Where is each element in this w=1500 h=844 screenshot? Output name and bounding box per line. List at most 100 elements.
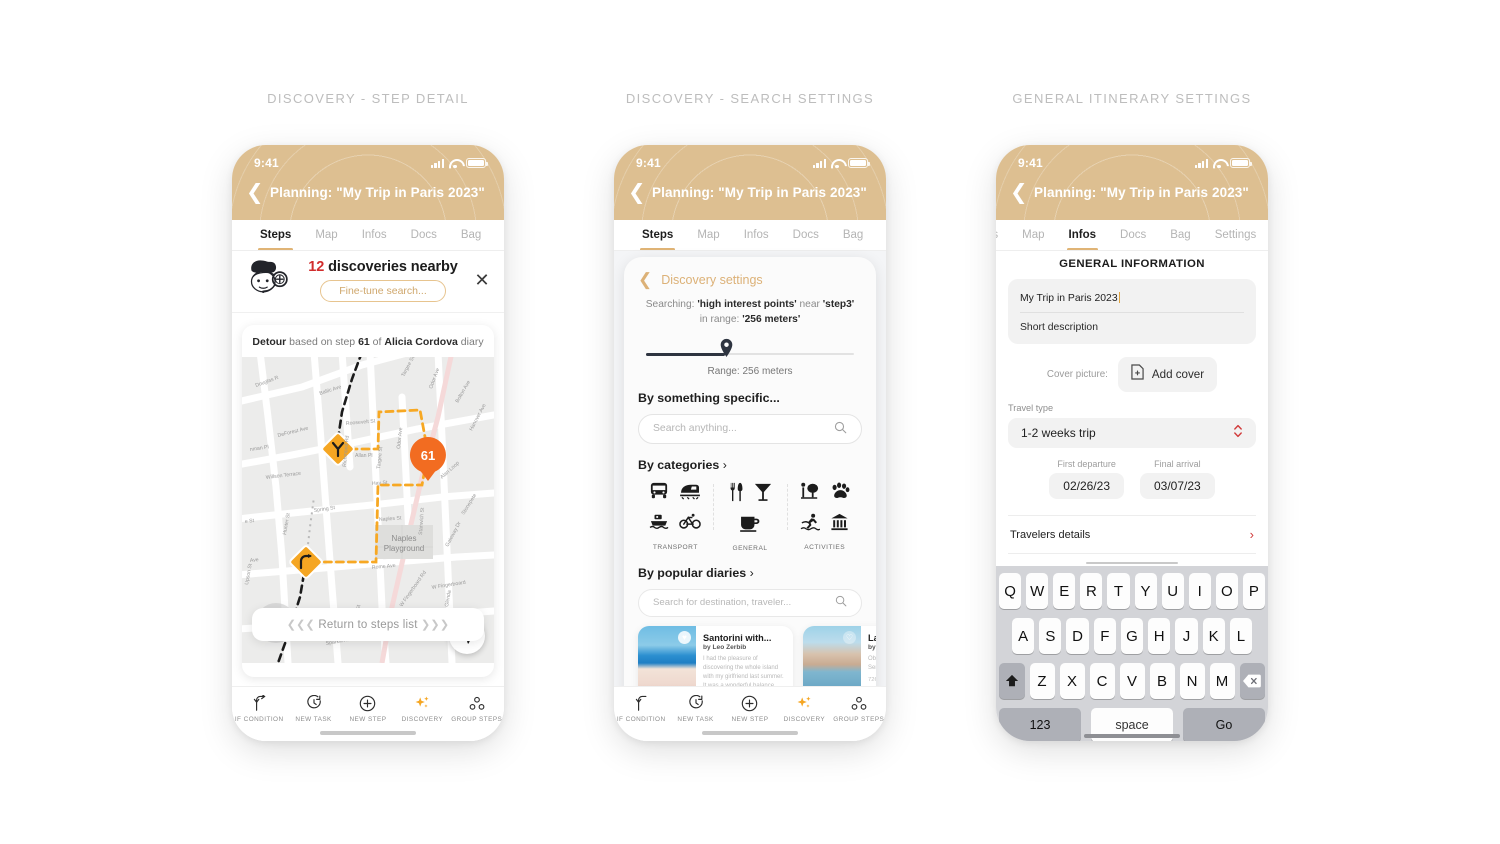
tab-bag[interactable]: Bag — [831, 220, 875, 250]
key-k[interactable]: K — [1202, 618, 1225, 654]
diary-search-input[interactable]: Search for destination, traveler... — [638, 588, 862, 617]
tab-infos[interactable]: Infos — [350, 220, 399, 250]
backspace-icon[interactable] — [1239, 663, 1265, 699]
tab-map[interactable]: Map — [685, 220, 731, 250]
paw-print-icon[interactable] — [830, 482, 850, 505]
tab-steps[interactable]: Steps — [630, 220, 685, 250]
tab-infos[interactable]: Infos — [1057, 220, 1108, 250]
key-w[interactable]: W — [1026, 573, 1049, 609]
park-tree-icon[interactable] — [800, 482, 820, 505]
key-y[interactable]: Y — [1134, 573, 1157, 609]
train-icon[interactable] — [679, 482, 701, 505]
action-new-task[interactable]: NEW TASK — [669, 694, 723, 723]
trip-name-input[interactable]: My Trip in Paris 2023 — [1020, 292, 1244, 313]
heart-filled-icon[interactable]: ♥ — [678, 630, 691, 644]
travelers-details-label: Travelers details — [1010, 528, 1091, 541]
action-discovery[interactable]: DISCOVERY — [777, 694, 831, 723]
action-if-condition[interactable]: IF CONDITION — [232, 694, 286, 723]
action-new-step[interactable]: NEW STEP — [723, 694, 777, 723]
travel-type-select[interactable]: 1-2 weeks trip — [1008, 418, 1256, 448]
category-group-general[interactable]: GENERAL — [712, 482, 788, 552]
key-z[interactable]: Z — [1029, 663, 1055, 699]
key-s[interactable]: S — [1039, 618, 1062, 654]
short-description-input[interactable]: Short description — [1020, 313, 1244, 333]
key-v[interactable]: V — [1119, 663, 1145, 699]
key-j[interactable]: J — [1175, 618, 1198, 654]
close-icon[interactable]: ✕ — [470, 270, 494, 291]
key-h[interactable]: H — [1148, 618, 1171, 654]
tab-steps-partial[interactable]: ps — [996, 220, 1010, 250]
heart-outline-icon[interactable]: ♡ — [843, 630, 856, 644]
key-l[interactable]: L — [1229, 618, 1252, 654]
action-discovery[interactable]: DISCOVERY — [395, 694, 449, 723]
action-group-steps[interactable]: GROUP STEPS — [832, 694, 886, 723]
key-go[interactable]: Go — [1183, 708, 1265, 741]
first-departure-value[interactable]: 02/26/23 — [1049, 473, 1124, 499]
status-time: 9:41 — [636, 156, 661, 170]
key-t[interactable]: T — [1107, 573, 1130, 609]
tab-infos[interactable]: Infos — [732, 220, 781, 250]
cutlery-icon[interactable] — [728, 482, 744, 507]
tab-map[interactable]: Map — [303, 220, 349, 250]
page-title: Planning: "My Trip in Paris 2023" — [1034, 185, 1249, 200]
tab-docs[interactable]: Docs — [399, 220, 449, 250]
key-a[interactable]: A — [1012, 618, 1035, 654]
action-new-task[interactable]: NEW TASK — [287, 694, 341, 723]
key-i[interactable]: I — [1188, 573, 1211, 609]
key-r[interactable]: R — [1080, 573, 1103, 609]
key-m[interactable]: M — [1209, 663, 1235, 699]
tab-bag[interactable]: Bag — [1158, 220, 1202, 250]
home-indicator — [702, 731, 798, 735]
action-if-condition[interactable]: IF CONDITION — [614, 694, 668, 723]
key-p[interactable]: P — [1242, 573, 1265, 609]
itinerary-settings-body: GENERAL INFORMATION My Trip in Paris 202… — [996, 251, 1268, 741]
action-new-step[interactable]: NEW STEP — [341, 694, 395, 723]
coffee-cup-icon[interactable] — [740, 515, 760, 537]
tab-docs[interactable]: Docs — [1108, 220, 1158, 250]
key-x[interactable]: X — [1059, 663, 1085, 699]
return-to-steps-list-button[interactable]: ❮❮❮ Return to steps list ❯❯❯ — [252, 608, 484, 641]
category-group-activities[interactable]: ACTIVITIES — [787, 482, 862, 552]
key-n[interactable]: N — [1179, 663, 1205, 699]
boat-icon[interactable] — [649, 513, 669, 536]
tab-docs[interactable]: Docs — [781, 220, 831, 250]
surfer-icon[interactable] — [800, 513, 821, 536]
bicycle-icon[interactable] — [679, 513, 702, 536]
cocktail-icon[interactable] — [754, 482, 772, 507]
key-q[interactable]: Q — [999, 573, 1022, 609]
travelers-details-row[interactable]: Travelers details › — [1008, 515, 1256, 554]
tab-settings[interactable]: Settings — [875, 220, 886, 250]
map-pin-icon[interactable] — [719, 338, 734, 363]
museum-icon[interactable] — [830, 513, 849, 536]
back-button[interactable]: ❮ — [1010, 182, 1028, 203]
key-e[interactable]: E — [1053, 573, 1076, 609]
action-group-steps[interactable]: GROUP STEPS — [450, 694, 504, 723]
tab-bag[interactable]: Bag — [449, 220, 493, 250]
key-c[interactable]: C — [1089, 663, 1115, 699]
diary-search-placeholder: Search for destination, traveler... — [653, 597, 792, 609]
final-arrival-value[interactable]: 03/07/23 — [1140, 473, 1215, 499]
key-d[interactable]: D — [1066, 618, 1089, 654]
panel-back-button[interactable]: ❮ — [638, 271, 652, 288]
shift-arrow-icon[interactable] — [999, 663, 1025, 699]
key-o[interactable]: O — [1215, 573, 1238, 609]
add-cover-button[interactable]: Add cover — [1117, 357, 1218, 392]
range-slider[interactable] — [646, 338, 854, 363]
key-u[interactable]: U — [1161, 573, 1184, 609]
back-button[interactable]: ❮ — [628, 182, 646, 203]
tab-steps[interactable]: Steps — [248, 220, 303, 250]
key-g[interactable]: G — [1120, 618, 1144, 654]
key-f[interactable]: F — [1093, 618, 1116, 654]
fine-tune-search-button[interactable]: Fine-tune search... — [320, 279, 446, 302]
key-b[interactable]: B — [1149, 663, 1175, 699]
search-anything-input[interactable]: Search anything... — [638, 413, 862, 444]
bus-icon[interactable] — [649, 482, 669, 505]
tab-settings[interactable]: Settings — [493, 220, 504, 250]
chevron-right-icon[interactable]: › — [750, 566, 754, 580]
key-numbers[interactable]: 123 — [999, 708, 1081, 741]
chevron-right-icon[interactable]: › — [723, 458, 727, 472]
back-button[interactable]: ❮ — [246, 182, 264, 203]
category-group-transport[interactable]: TRANSPORT — [638, 482, 713, 552]
tab-settings[interactable]: Settings — [1203, 220, 1268, 250]
tab-map[interactable]: Map — [1010, 220, 1056, 250]
